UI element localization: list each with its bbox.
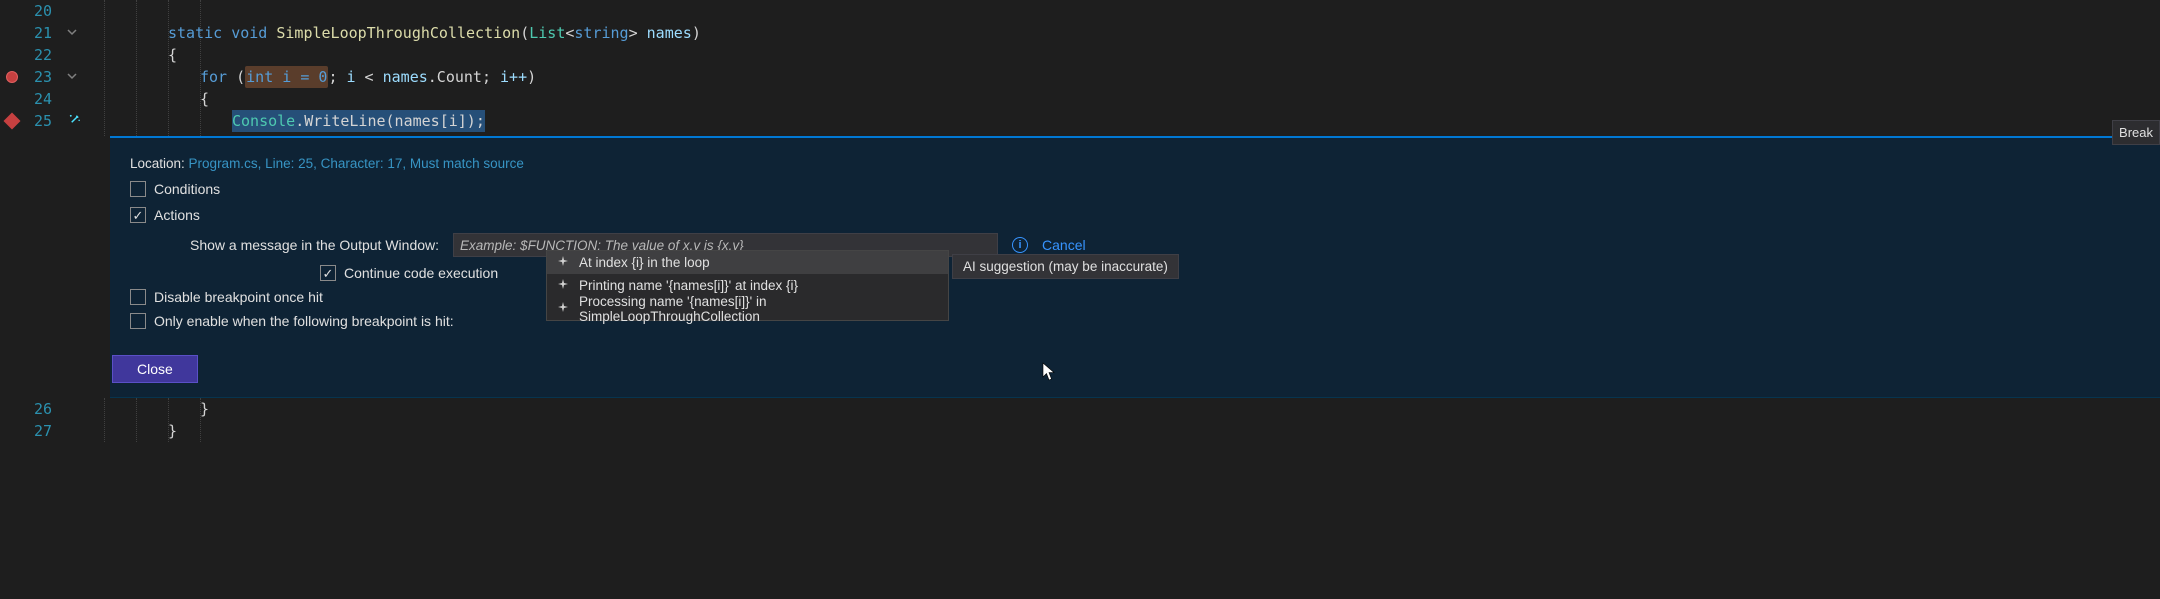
- close-button[interactable]: Close: [112, 355, 198, 383]
- code-editor[interactable]: 20 21 22 23 24 25: [0, 0, 2160, 136]
- tracepoint-diamond-icon[interactable]: [4, 113, 21, 130]
- token-keyword: void: [231, 22, 267, 44]
- token-brace: }: [200, 398, 209, 420]
- sparkle-wand-icon[interactable]: [68, 113, 81, 129]
- line-number: 26: [24, 400, 58, 418]
- token-int-decl-highlighted: int i = 0: [245, 66, 328, 88]
- token-keyword: string: [574, 22, 628, 44]
- breakpoint-margin[interactable]: [0, 115, 24, 127]
- token-brace: {: [168, 44, 177, 66]
- line-number: 24: [24, 90, 58, 108]
- sparkle-icon: [557, 278, 569, 293]
- fold-caret-icon[interactable]: [66, 70, 78, 85]
- conditions-label: Conditions: [154, 181, 220, 197]
- token-class: Console: [232, 112, 295, 130]
- breakpoints-side-tab[interactable]: Break: [2112, 120, 2160, 145]
- location-label: Location:: [130, 156, 189, 171]
- gutter: 26 27: [0, 398, 88, 442]
- location-line: Location: Program.cs, Line: 25, Characte…: [130, 156, 2140, 171]
- line-number: 25: [24, 112, 58, 130]
- gutter: 20 21 22 23 24 25: [0, 0, 88, 136]
- sparkle-icon: [557, 255, 569, 270]
- token-function: SimpleLoopThroughCollection: [276, 22, 520, 44]
- token-keyword: for: [200, 66, 227, 88]
- suggestion-text: Printing name '{names[i]}' at index {i}: [579, 278, 798, 293]
- actions-checkbox[interactable]: [130, 207, 146, 223]
- sparkle-icon: [557, 301, 569, 316]
- disable-once-hit-label: Disable breakpoint once hit: [154, 289, 323, 305]
- cancel-link[interactable]: Cancel: [1042, 237, 1086, 253]
- suggestion-text: At index {i} in the loop: [579, 255, 710, 270]
- enable-when-label: Only enable when the following breakpoin…: [154, 313, 454, 329]
- code-area[interactable]: static void SimpleLoopThroughCollection(…: [88, 0, 2160, 136]
- suggestion-item[interactable]: At index {i} in the loop: [547, 251, 948, 274]
- continue-execution-checkbox[interactable]: [320, 265, 336, 281]
- conditions-checkbox[interactable]: [130, 181, 146, 197]
- line-number: 27: [24, 422, 58, 440]
- fold-caret-icon[interactable]: [66, 26, 78, 41]
- breakpoint-settings-panel: Location: Program.cs, Line: 25, Characte…: [110, 136, 2160, 398]
- continue-execution-label: Continue code execution: [344, 265, 498, 281]
- ai-suggestion-dropdown: At index {i} in the loop Printing name '…: [546, 250, 949, 321]
- suggestion-item[interactable]: Processing name '{names[i]}' in SimpleLo…: [547, 297, 948, 320]
- token-identifier: names: [647, 22, 692, 44]
- breakpoint-unverified-icon[interactable]: [6, 71, 18, 83]
- token-brace: }: [168, 420, 177, 442]
- message-label: Show a message in the Output Window:: [190, 237, 439, 253]
- code-editor-bottom[interactable]: 26 27 } }: [0, 398, 2160, 442]
- line-number: 20: [24, 2, 58, 20]
- suggestion-text: Processing name '{names[i]}' in SimpleLo…: [579, 294, 938, 324]
- info-icon[interactable]: i: [1012, 237, 1028, 253]
- breakpoint-margin[interactable]: [0, 71, 24, 83]
- token-keyword: static: [168, 22, 222, 44]
- ai-suggestion-badge: AI suggestion (may be inaccurate): [952, 254, 1179, 279]
- enable-when-checkbox[interactable]: [130, 313, 146, 329]
- location-value[interactable]: Program.cs, Line: 25, Character: 17, Mus…: [189, 156, 524, 171]
- actions-label: Actions: [154, 207, 200, 223]
- line-number: 21: [24, 24, 58, 42]
- line-number: 22: [24, 46, 58, 64]
- token-brace: {: [200, 88, 209, 110]
- disable-once-hit-checkbox[interactable]: [130, 289, 146, 305]
- token-type: List: [529, 22, 565, 44]
- line-number: 23: [24, 68, 58, 86]
